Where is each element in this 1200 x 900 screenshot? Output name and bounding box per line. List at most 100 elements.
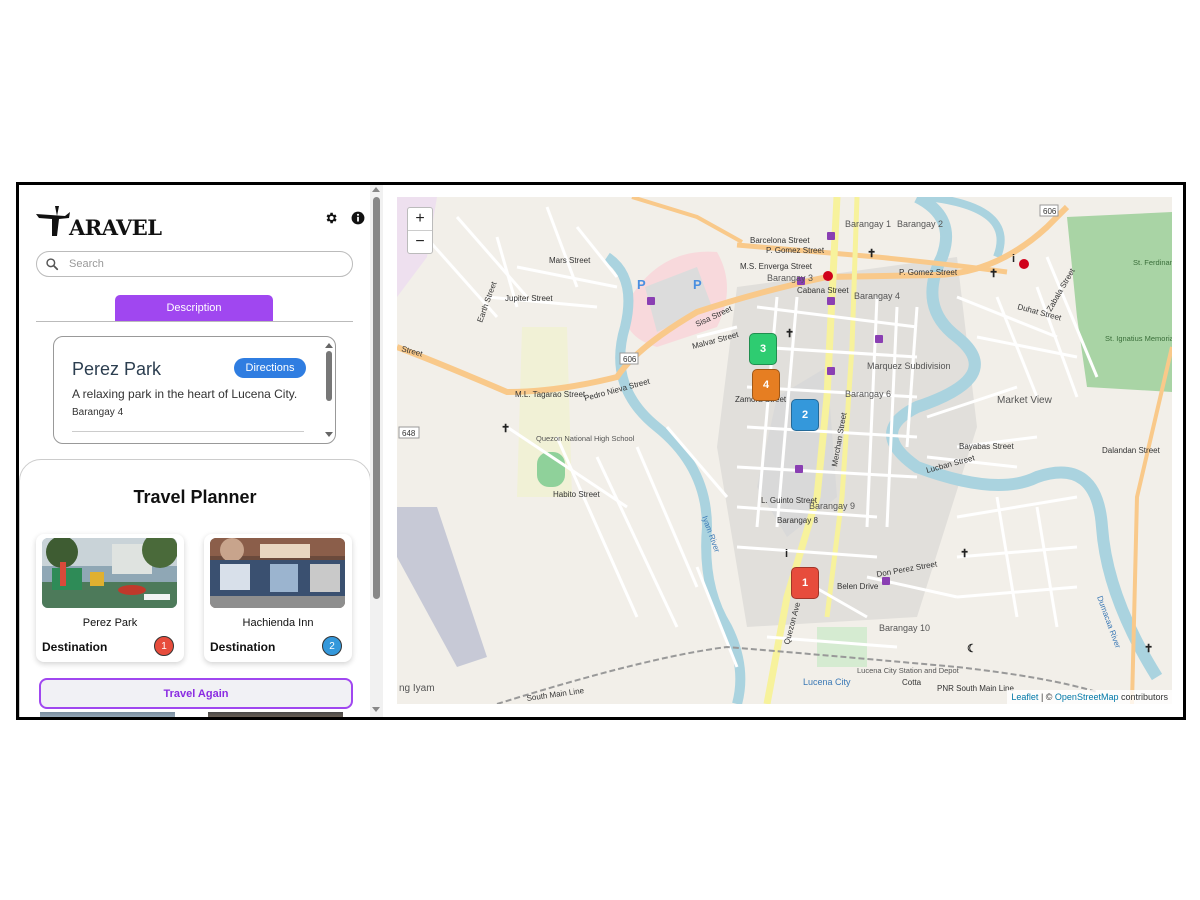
- divider: [72, 431, 304, 432]
- search-input[interactable]: [67, 257, 331, 271]
- travel-planner-panel: Travel Planner Perez Park Destination 1 …: [19, 459, 371, 717]
- scroll-down-icon[interactable]: [372, 707, 380, 712]
- airplane-logo-icon: [36, 206, 70, 236]
- svg-text:✝: ✝: [1144, 643, 1153, 655]
- map-label: Barangay 6: [845, 389, 891, 399]
- map-view[interactable]: ✝ ✝ ✝ ✝ ✝ ✝ i i ☾ P P P. Gomez Street P. Gomez …: [397, 197, 1172, 704]
- svg-text:✝: ✝: [989, 268, 998, 280]
- svg-text:P: P: [693, 277, 702, 292]
- map-label: Marquez Subdivision: [867, 361, 951, 371]
- map-attribution: Leaflet | © OpenStreetMap contributors: [1007, 690, 1172, 704]
- svg-text:i: i: [1012, 253, 1015, 265]
- map-marker-1[interactable]: 1: [791, 567, 819, 599]
- map-label: Belen Drive: [837, 582, 879, 591]
- svg-text:i: i: [785, 548, 788, 560]
- route-shield: 648: [402, 429, 416, 438]
- tab-description[interactable]: Description: [115, 295, 273, 321]
- map-label: Cabana Street: [797, 286, 849, 295]
- search-icon: [46, 258, 59, 271]
- gear-icon[interactable]: [323, 210, 338, 225]
- map-label: Market View: [997, 395, 1053, 406]
- svg-text:P: P: [637, 277, 646, 292]
- map-label: P. Gomez Street: [899, 268, 958, 277]
- svg-text:✝: ✝: [785, 328, 794, 340]
- map-label: Barangay 10: [879, 623, 930, 633]
- leaflet-link[interactable]: Leaflet: [1011, 692, 1038, 702]
- osm-link[interactable]: OpenStreetMap: [1055, 692, 1119, 702]
- destination-label: Destination: [42, 640, 108, 654]
- map-label: Jupiter Street: [505, 294, 553, 303]
- svg-text:✝: ✝: [501, 423, 510, 435]
- destination-label: Destination: [210, 640, 276, 654]
- scroll-down-icon[interactable]: [325, 432, 333, 437]
- search-bar: [36, 251, 353, 277]
- zoom-control: + −: [407, 207, 433, 254]
- info-icon[interactable]: [350, 210, 365, 225]
- map-label: Habito Street: [553, 490, 600, 499]
- attribution-suffix: contributors: [1118, 692, 1168, 702]
- place-title: Perez Park: [72, 359, 162, 379]
- map-label: Lucena City: [803, 677, 851, 687]
- scroll-up-icon[interactable]: [372, 187, 380, 192]
- svg-text:✝: ✝: [960, 548, 969, 560]
- map-label: Barangay 2: [897, 219, 943, 229]
- scroll-up-icon[interactable]: [325, 343, 333, 348]
- zoom-in-button[interactable]: +: [408, 208, 432, 230]
- map-marker-3[interactable]: 3: [749, 333, 777, 365]
- map-label: Barangay 1: [845, 219, 891, 229]
- next-image-preview: [208, 712, 343, 717]
- svg-text:☾: ☾: [967, 643, 977, 655]
- svg-text:✝: ✝: [867, 248, 876, 260]
- card-scroll-thumb[interactable]: [326, 351, 332, 401]
- sidebar-scroll-thumb[interactable]: [373, 197, 380, 599]
- place-location: Barangay 4: [72, 407, 124, 418]
- map-label: Lucena City Station and Depot: [857, 666, 960, 675]
- route-shield: 606: [1043, 207, 1057, 216]
- map-label: PNR South Main Line: [937, 684, 1014, 693]
- attribution-separator: | ©: [1038, 692, 1055, 702]
- destination-number-badge: 1: [154, 636, 174, 656]
- directions-button[interactable]: Directions: [234, 358, 306, 378]
- map-marker-2[interactable]: 2: [791, 399, 819, 431]
- next-image-preview: [40, 712, 175, 717]
- map-label: Mars Street: [549, 256, 591, 265]
- map-label: Barangay 3: [767, 273, 813, 283]
- destination-number-badge: 2: [322, 636, 342, 656]
- destination-name: Perez Park: [82, 617, 138, 629]
- header-actions: [323, 210, 365, 225]
- destination-image-inn: [210, 538, 345, 608]
- map-label: Barangay 8: [777, 516, 818, 525]
- map-label: M.L. Tagarao Street: [515, 390, 586, 399]
- map-label: St. Ferdinand Memorial Park: [1133, 258, 1172, 267]
- app-window: ARAVEL Description Perez Park Directions…: [16, 182, 1186, 720]
- map-label: Barangay 4: [854, 291, 900, 301]
- planner-title: Travel Planner: [133, 487, 257, 507]
- map-label: Bayabas Street: [959, 442, 1014, 451]
- map-label: Quezon National High School: [536, 434, 635, 443]
- route-shield: 606: [623, 355, 637, 364]
- map-label: Barangay 9: [809, 501, 855, 511]
- destination-card[interactable]: Hachienda Inn Destination 2: [204, 534, 352, 662]
- map-label: Dalandan Street: [1102, 446, 1161, 455]
- map-tiles: ✝ ✝ ✝ ✝ ✝ ✝ i i ☾ P P P. Gomez Street P. Gomez …: [397, 197, 1172, 704]
- map-marker-4[interactable]: 4: [752, 369, 780, 401]
- map-label: ng Iyam: [399, 683, 435, 694]
- destination-card[interactable]: Perez Park Destination 1: [36, 534, 184, 662]
- card-scrollbar[interactable]: [325, 343, 333, 437]
- travel-again-button[interactable]: Travel Again: [39, 678, 353, 709]
- destination-image-park: [42, 538, 177, 608]
- map-label: P. Gomez Street: [766, 246, 825, 255]
- map-label: Barcelona Street: [750, 236, 810, 245]
- logo-text: ARAVEL: [69, 215, 162, 240]
- sidebar: ARAVEL Description Perez Park Directions…: [19, 185, 383, 717]
- zoom-out-button[interactable]: −: [408, 230, 432, 253]
- destination-name: Hachienda Inn: [242, 617, 314, 629]
- sidebar-scrollbar[interactable]: [370, 185, 383, 717]
- description-card: Perez Park Directions A relaxing park in…: [53, 336, 336, 444]
- map-label: St. Ignatius Memorial Park: [1105, 334, 1172, 343]
- tab-divider: [36, 321, 353, 322]
- map-label: Cotta: [902, 678, 922, 687]
- place-description: A relaxing park in the heart of Lucena C…: [72, 387, 298, 401]
- map-label: M.S. Enverga Street: [740, 262, 813, 271]
- logo: ARAVEL: [35, 198, 162, 238]
